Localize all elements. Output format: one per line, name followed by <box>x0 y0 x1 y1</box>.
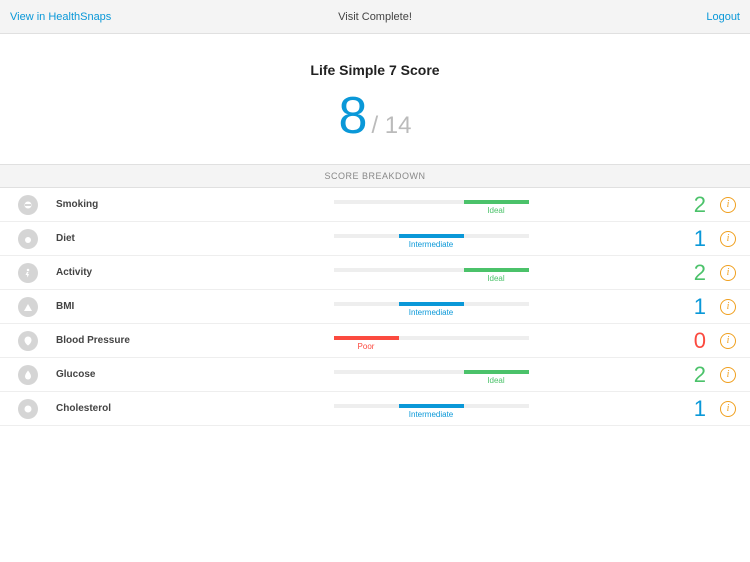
metric-name: Cholesterol <box>56 403 196 414</box>
metric-value: 2 <box>666 362 706 388</box>
status-bar: Intermediate <box>196 398 666 419</box>
status-label <box>464 308 529 317</box>
status-label <box>334 308 399 317</box>
cholesterol-icon <box>18 399 38 419</box>
status-label: Intermediate <box>399 308 464 317</box>
info-button[interactable]: i <box>720 197 736 213</box>
status-label: Ideal <box>464 206 529 215</box>
glucose-icon <box>18 365 38 385</box>
breakdown-header: SCORE BREAKDOWN <box>0 164 750 188</box>
metric-name: Diet <box>56 233 196 244</box>
metric-name: Blood Pressure <box>56 335 196 346</box>
status-label <box>399 342 464 351</box>
metric-row: Smoking Ideal 2i <box>0 188 750 222</box>
info-button[interactable]: i <box>720 367 736 383</box>
status-bar: Poor <box>196 330 666 351</box>
page-title: Visit Complete! <box>338 11 412 23</box>
info-button[interactable]: i <box>720 401 736 417</box>
metric-name: Glucose <box>56 369 196 380</box>
status-bar: Ideal <box>196 262 666 283</box>
status-label <box>334 206 399 215</box>
status-label: Poor <box>334 342 399 351</box>
status-bar: Ideal <box>196 194 666 215</box>
metric-name: Activity <box>56 267 196 278</box>
metric-row: Cholesterol Intermediate 1i <box>0 392 750 426</box>
app-header: View in HealthSnaps Visit Complete! Logo… <box>0 0 750 34</box>
status-label <box>399 206 464 215</box>
metric-row: Blood Pressure Poor 0i <box>0 324 750 358</box>
view-healthsnaps-link[interactable]: View in HealthSnaps <box>10 11 111 23</box>
logout-link[interactable]: Logout <box>706 11 740 23</box>
blood-pressure-icon <box>18 331 38 351</box>
status-bar: Ideal <box>196 364 666 385</box>
info-button[interactable]: i <box>720 265 736 281</box>
smoking-icon <box>18 195 38 215</box>
status-label <box>334 240 399 249</box>
status-label <box>334 410 399 419</box>
score-display: 8 / 14 <box>339 90 412 142</box>
status-label: Intermediate <box>399 240 464 249</box>
diet-icon <box>18 229 38 249</box>
bmi-icon <box>18 297 38 317</box>
metric-value: 0 <box>666 328 706 354</box>
status-label <box>464 342 529 351</box>
metric-name: Smoking <box>56 199 196 210</box>
status-label <box>464 410 529 419</box>
status-bar: Intermediate <box>196 296 666 317</box>
status-label: Intermediate <box>399 410 464 419</box>
metric-value: 1 <box>666 396 706 422</box>
metric-value: 2 <box>666 192 706 218</box>
metrics-list: SmokingIdeal2iDietIntermediate1iActivity… <box>0 188 750 426</box>
score-max: / 14 <box>371 112 411 140</box>
status-label: Ideal <box>464 376 529 385</box>
metric-name: BMI <box>56 301 196 312</box>
status-bar: Intermediate <box>196 228 666 249</box>
status-label <box>334 376 399 385</box>
status-label <box>334 274 399 283</box>
status-label <box>399 274 464 283</box>
score-value: 8 <box>339 90 368 142</box>
score-section: Life Simple 7 Score 8 / 14 <box>0 34 750 164</box>
metric-value: 1 <box>666 294 706 320</box>
metric-row: Diet Intermediate 1i <box>0 222 750 256</box>
metric-value: 2 <box>666 260 706 286</box>
activity-icon <box>18 263 38 283</box>
info-button[interactable]: i <box>720 299 736 315</box>
metric-row: BMI Intermediate 1i <box>0 290 750 324</box>
metric-row: Activity Ideal 2i <box>0 256 750 290</box>
score-title: Life Simple 7 Score <box>0 62 750 78</box>
info-button[interactable]: i <box>720 333 736 349</box>
status-label <box>399 376 464 385</box>
info-button[interactable]: i <box>720 231 736 247</box>
metric-value: 1 <box>666 226 706 252</box>
status-label: Ideal <box>464 274 529 283</box>
metric-row: Glucose Ideal 2i <box>0 358 750 392</box>
status-label <box>464 240 529 249</box>
